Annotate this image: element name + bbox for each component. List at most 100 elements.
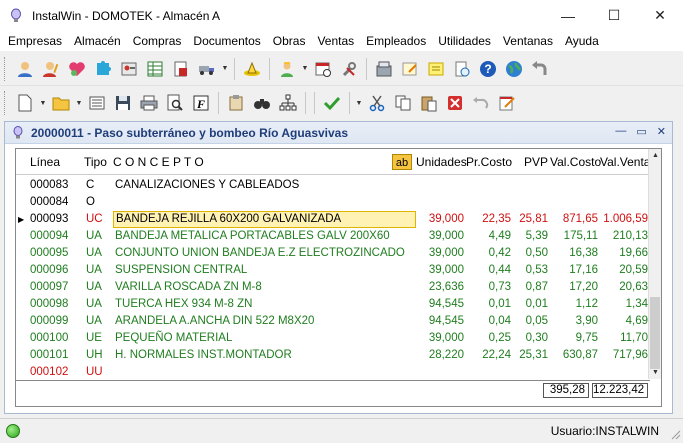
menu-ventas[interactable]: Ventas: [311, 31, 360, 51]
cell-val-costo[interactable]: 17,20: [550, 279, 598, 296]
table-row[interactable]: ▶ 000093 UC BANDEJA REJILLA 60X200 GALVANIZ…: [16, 211, 650, 228]
cell-concepto[interactable]: [115, 364, 415, 381]
vehicles-button[interactable]: [195, 57, 219, 81]
cell-pr-costo[interactable]: 0,42: [466, 245, 511, 262]
resize-grip-icon[interactable]: [669, 428, 681, 440]
cell-tipo[interactable]: UC: [86, 211, 110, 228]
cell-val-venta[interactable]: 1,34: [600, 296, 648, 313]
cell-val-costo[interactable]: [550, 177, 598, 194]
cell-linea[interactable]: 000101: [30, 347, 82, 364]
cell-tipo[interactable]: UA: [86, 245, 110, 262]
folder-note-button[interactable]: [424, 57, 448, 81]
cell-unidades[interactable]: 23,636: [416, 279, 464, 296]
cell-pr-costo[interactable]: 0,73: [466, 279, 511, 296]
cell-pvp[interactable]: 0,50: [513, 245, 548, 262]
menu-empleados[interactable]: Empleados: [360, 31, 432, 51]
clipboard-edit-button[interactable]: [224, 91, 248, 115]
cell-pvp[interactable]: [513, 364, 548, 381]
col-header-linea[interactable]: Línea: [30, 149, 60, 175]
cell-val-costo[interactable]: 9,75: [550, 330, 598, 347]
table-row[interactable]: 000083 C CANALIZACIONES Y CABLEADOS: [16, 177, 650, 194]
cell-tipo[interactable]: UA: [86, 228, 110, 245]
cell-tipo[interactable]: UA: [86, 279, 110, 296]
employees-button[interactable]: [39, 57, 63, 81]
cell-val-venta[interactable]: 1.006,59: [600, 211, 648, 228]
clients-button[interactable]: [13, 57, 37, 81]
cell-val-venta[interactable]: 20,63: [600, 279, 648, 296]
cell-val-venta[interactable]: 717,96: [600, 347, 648, 364]
cell-unidades[interactable]: [416, 194, 464, 211]
doc-maximize-button[interactable]: ▭: [636, 125, 646, 138]
save-button[interactable]: [111, 91, 135, 115]
notes-button[interactable]: [398, 57, 422, 81]
cell-val-costo[interactable]: 1,12: [550, 296, 598, 313]
cell-linea[interactable]: 000083: [30, 177, 82, 194]
cell-val-venta[interactable]: 20,59: [600, 262, 648, 279]
cell-concepto[interactable]: SUSPENSION CENTRAL: [115, 262, 415, 279]
cell-concepto[interactable]: TUERCA HEX 934 M-8 ZN: [115, 296, 415, 313]
scroll-down-arrow-icon[interactable]: ▼: [649, 366, 661, 379]
close-button[interactable]: ✕: [637, 0, 683, 31]
cell-unidades[interactable]: 39,000: [416, 228, 464, 245]
cell-pvp[interactable]: 0,87: [513, 279, 548, 296]
components-button[interactable]: [91, 57, 115, 81]
hierarchy-button[interactable]: [276, 91, 300, 115]
cell-unidades[interactable]: [416, 364, 464, 381]
cell-val-costo[interactable]: 175,11: [550, 228, 598, 245]
cell-val-costo[interactable]: 16,38: [550, 245, 598, 262]
cell-tipo[interactable]: C: [86, 177, 110, 194]
cell-concepto[interactable]: H. NORMALES INST.MONTADOR: [115, 347, 415, 364]
cell-linea[interactable]: 000100: [30, 330, 82, 347]
cell-pr-costo[interactable]: 22,35: [466, 211, 511, 228]
open-dropdown[interactable]: ▼: [74, 91, 84, 115]
cell-pr-costo[interactable]: 0,01: [466, 296, 511, 313]
cell-concepto[interactable]: [115, 194, 415, 211]
table-row[interactable]: 000084 O: [16, 194, 650, 211]
cell-concepto[interactable]: CONJUNTO UNION BANDEJA E.Z ELECTROZINCAD…: [115, 245, 415, 262]
cell-unidades[interactable]: 39,000: [416, 245, 464, 262]
cell-pr-costo[interactable]: 0,04: [466, 313, 511, 330]
scroll-up-arrow-icon[interactable]: ▲: [649, 149, 661, 162]
cell-unidades[interactable]: 28,220: [416, 347, 464, 364]
col-header-val-costo[interactable]: Val.Costo: [550, 149, 601, 175]
register-button[interactable]: [372, 57, 396, 81]
grid-vertical-scrollbar[interactable]: ▲ ▼: [648, 149, 661, 379]
exit-button[interactable]: [528, 57, 552, 81]
cell-pr-costo[interactable]: 4,49: [466, 228, 511, 245]
cell-tipo[interactable]: UU: [86, 364, 110, 381]
cell-tipo[interactable]: UA: [86, 296, 110, 313]
table-row[interactable]: 000098 UA TUERCA HEX 934 M-8 ZN 94,545 0,01 0…: [16, 296, 650, 313]
cell-pvp[interactable]: [513, 177, 548, 194]
cell-pvp[interactable]: 0,01: [513, 296, 548, 313]
cell-pvp[interactable]: 25,81: [513, 211, 548, 228]
scroll-thumb[interactable]: [650, 297, 660, 369]
cell-pr-costo[interactable]: 0,25: [466, 330, 511, 347]
cell-tipo[interactable]: UA: [86, 262, 110, 279]
cell-pvp[interactable]: 0,30: [513, 330, 548, 347]
table-row[interactable]: 000095 UA CONJUNTO UNION BANDEJA E.Z ELECT…: [16, 245, 650, 262]
cell-pr-costo[interactable]: [466, 194, 511, 211]
table-row[interactable]: 000099 UA ARANDELA A.ANCHA DIN 522 M8X20 94…: [16, 313, 650, 330]
menu-obras[interactable]: Obras: [267, 31, 312, 51]
cell-tipo[interactable]: UH: [86, 347, 110, 364]
cell-pvp[interactable]: 5,39: [513, 228, 548, 245]
table-row[interactable]: 000101 UH H. NORMALES INST.MONTADOR 28,220 2…: [16, 347, 650, 364]
col-header-concepto[interactable]: C O N C E P T O: [113, 149, 204, 175]
cell-pvp[interactable]: 0,53: [513, 262, 548, 279]
calendar-button[interactable]: [311, 57, 335, 81]
menu-ayuda[interactable]: Ayuda: [559, 31, 605, 51]
col-header-tipo[interactable]: Tipo: [84, 149, 107, 175]
cell-unidades[interactable]: 94,545: [416, 296, 464, 313]
cell-pr-costo[interactable]: 22,24: [466, 347, 511, 364]
suppliers-button[interactable]: [117, 57, 141, 81]
col-header-val-venta[interactable]: Val.Venta: [600, 149, 650, 175]
delete-button[interactable]: [443, 91, 467, 115]
cell-pvp[interactable]: [513, 194, 548, 211]
cell-pvp[interactable]: 0,05: [513, 313, 548, 330]
table-row[interactable]: 000102 UU: [16, 364, 650, 381]
favorites-button[interactable]: [65, 57, 89, 81]
cell-unidades[interactable]: 39,000: [416, 330, 464, 347]
menu-almacen[interactable]: Almacén: [68, 31, 127, 51]
cut-button[interactable]: [365, 91, 389, 115]
format-button[interactable]: F: [189, 91, 213, 115]
